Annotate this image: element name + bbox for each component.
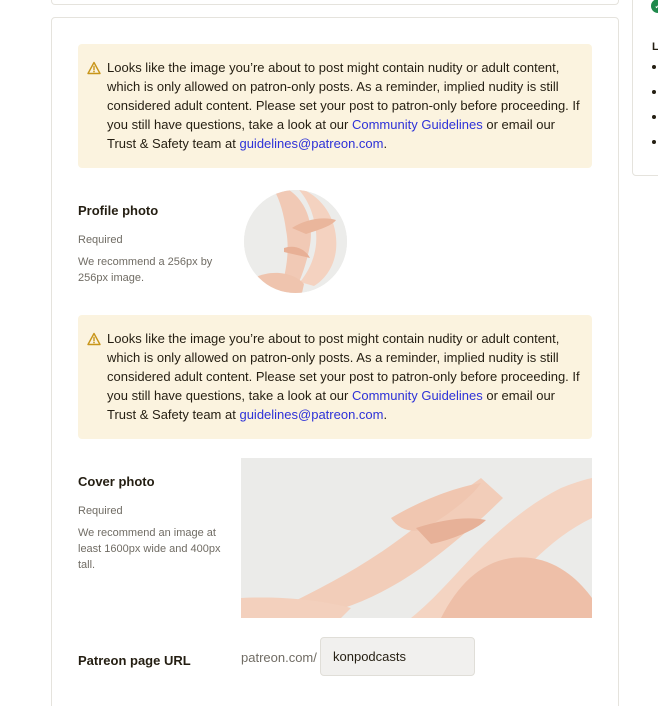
profile-photo-required: Required [78, 234, 123, 246]
warning-icon [87, 61, 101, 75]
email-link[interactable]: guidelines@patreon.com [239, 136, 383, 151]
page-url-title: Patreon page URL [78, 653, 191, 668]
url-prefix: patreon.com/ [241, 650, 317, 665]
cover-photo-hint: We recommend an image at least 1600px wi… [78, 527, 221, 571]
warning-icon [87, 332, 101, 346]
adult-content-warning: Looks like the image you’re about to pos… [78, 44, 592, 168]
warning-message: Looks like the image you’re about to pos… [107, 60, 580, 151]
cover-photo-image[interactable] [241, 458, 592, 618]
adult-content-warning: Looks like the image you’re about to pos… [78, 315, 592, 439]
page-url-input[interactable] [320, 637, 475, 676]
cover-photo-required: Required [78, 505, 123, 517]
legs-photo-image [241, 458, 592, 618]
legs-photo-image [244, 190, 347, 293]
list-bullet [652, 115, 656, 119]
list-bullet [652, 90, 656, 94]
community-guidelines-link[interactable]: Community Guidelines [352, 117, 483, 132]
list-bullet [652, 140, 656, 144]
previous-card [51, 0, 619, 5]
right-panel-heading: L [652, 41, 658, 53]
list-bullet [652, 65, 656, 69]
warning-message: Looks like the image you’re about to pos… [107, 331, 580, 422]
email-link[interactable]: guidelines@patreon.com [239, 407, 383, 422]
profile-photo-image[interactable] [244, 190, 347, 293]
community-guidelines-link[interactable]: Community Guidelines [352, 388, 483, 403]
profile-photo-title: Profile photo [78, 203, 159, 218]
cover-photo-title: Cover photo [78, 474, 155, 489]
right-side-panel: ✓ L [632, 0, 658, 176]
profile-photo-hint: We recommend a 256px by 256px image. [78, 256, 213, 284]
check-circle-icon: ✓ [651, 0, 658, 13]
